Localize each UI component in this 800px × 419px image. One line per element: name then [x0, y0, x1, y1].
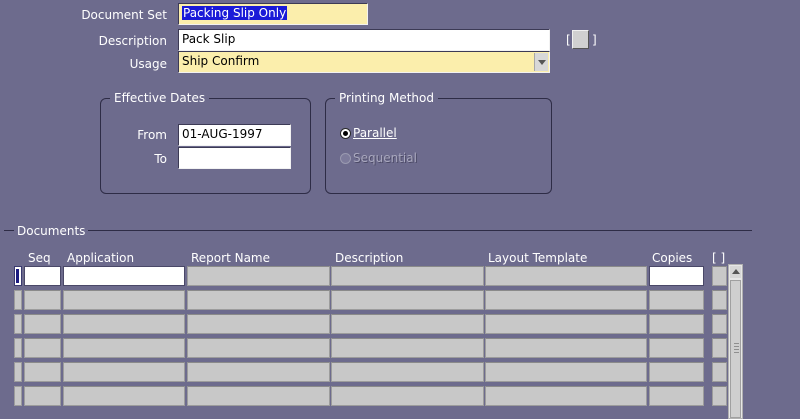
radio-parallel[interactable]: Parallel — [340, 126, 397, 140]
cell-seq[interactable] — [24, 386, 61, 406]
col-header-seq: Seq — [28, 251, 51, 265]
cell-copies[interactable] — [649, 290, 704, 310]
cell-application[interactable] — [63, 266, 185, 286]
description-label: Description — [98, 34, 167, 48]
row-selector[interactable] — [14, 290, 22, 310]
row-selector[interactable] — [14, 314, 22, 334]
radio-parallel-label: Parallel — [353, 126, 397, 140]
radio-unselected-icon — [340, 153, 351, 164]
bracket-left: [ — [566, 33, 571, 47]
thumb-grip — [734, 349, 739, 350]
documents-divider — [88, 230, 752, 231]
usage-value: Ship Confirm — [182, 54, 260, 68]
cell-copies[interactable] — [649, 314, 704, 334]
cell-application[interactable] — [63, 338, 185, 358]
cell-seq[interactable] — [24, 338, 61, 358]
cell-flex[interactable] — [712, 386, 727, 406]
cell-seq[interactable] — [24, 266, 61, 286]
row-selector[interactable] — [14, 338, 22, 358]
thumb-grip — [734, 346, 739, 347]
documents-title: Documents — [17, 224, 86, 238]
to-label: To — [154, 152, 167, 166]
document-set-value: Packing Slip Only — [182, 6, 288, 20]
radio-selected-icon[interactable] — [340, 128, 351, 139]
cell-layout-template[interactable] — [485, 266, 647, 286]
description-field[interactable]: Pack Slip — [178, 29, 550, 51]
cell-copies[interactable] — [649, 266, 704, 286]
document-set-label: Document Set — [81, 8, 167, 22]
cell-description[interactable] — [331, 290, 484, 310]
cell-application[interactable] — [63, 290, 185, 310]
from-label: From — [137, 128, 167, 142]
col-header-copies: Copies — [652, 251, 693, 265]
cell-description[interactable] — [331, 386, 484, 406]
cell-copies[interactable] — [649, 362, 704, 382]
cell-flex[interactable] — [712, 290, 727, 310]
scroll-thumb[interactable] — [730, 280, 741, 418]
cell-layout-template[interactable] — [485, 338, 647, 358]
vertical-scrollbar[interactable] — [728, 264, 743, 419]
cell-report-name[interactable] — [187, 314, 330, 334]
usage-select[interactable]: Ship Confirm — [178, 51, 550, 73]
cell-seq[interactable] — [24, 362, 61, 382]
scroll-up-arrow-icon[interactable] — [730, 266, 741, 278]
radio-sequential: Sequential — [340, 151, 417, 165]
chevron-down-icon[interactable] — [534, 53, 548, 71]
to-date-field[interactable] — [178, 147, 291, 169]
cell-layout-template[interactable] — [485, 386, 647, 406]
documents-divider-left — [4, 230, 14, 231]
usage-label: Usage — [129, 57, 167, 71]
col-header-flex: [ ] — [712, 251, 726, 265]
cell-report-name[interactable] — [187, 386, 330, 406]
cell-flex[interactable] — [712, 266, 727, 286]
printing-method-group — [325, 98, 552, 194]
cell-report-name[interactable] — [187, 362, 330, 382]
cell-description[interactable] — [331, 362, 484, 382]
radio-sequential-label: Sequential — [353, 151, 417, 165]
cell-layout-template[interactable] — [485, 290, 647, 310]
cell-copies[interactable] — [649, 338, 704, 358]
printing-method-title: Printing Method — [335, 91, 438, 105]
cell-layout-template[interactable] — [485, 362, 647, 382]
cell-description[interactable] — [331, 314, 484, 334]
cell-application[interactable] — [63, 362, 185, 382]
from-date-field[interactable]: 01-AUG-1997 — [178, 124, 291, 146]
cell-flex[interactable] — [712, 314, 727, 334]
thumb-grip — [734, 352, 739, 353]
bracket-right: ] — [592, 33, 597, 47]
cell-seq[interactable] — [24, 314, 61, 334]
row-selector[interactable] — [14, 386, 22, 406]
effective-dates-group — [100, 98, 311, 194]
thumb-grip — [734, 343, 739, 344]
col-header-description: Description — [335, 251, 404, 265]
cell-application[interactable] — [63, 314, 185, 334]
cell-flex[interactable] — [712, 362, 727, 382]
cell-description[interactable] — [331, 338, 484, 358]
cell-report-name[interactable] — [187, 266, 330, 286]
cell-seq[interactable] — [24, 290, 61, 310]
row-selector[interactable] — [14, 266, 22, 286]
effective-dates-title: Effective Dates — [110, 91, 210, 105]
cell-description[interactable] — [331, 266, 484, 286]
col-header-application: Application — [67, 251, 135, 265]
row-selector[interactable] — [14, 362, 22, 382]
cell-flex[interactable] — [712, 338, 727, 358]
document-set-field[interactable]: Packing Slip Only — [178, 3, 368, 25]
square-button-icon[interactable] — [572, 30, 589, 49]
cell-layout-template[interactable] — [485, 314, 647, 334]
cell-copies[interactable] — [649, 386, 704, 406]
col-header-report-name: Report Name — [191, 251, 270, 265]
col-header-layout-template: Layout Template — [488, 251, 588, 265]
cell-report-name[interactable] — [187, 338, 330, 358]
cell-application[interactable] — [63, 386, 185, 406]
cell-report-name[interactable] — [187, 290, 330, 310]
